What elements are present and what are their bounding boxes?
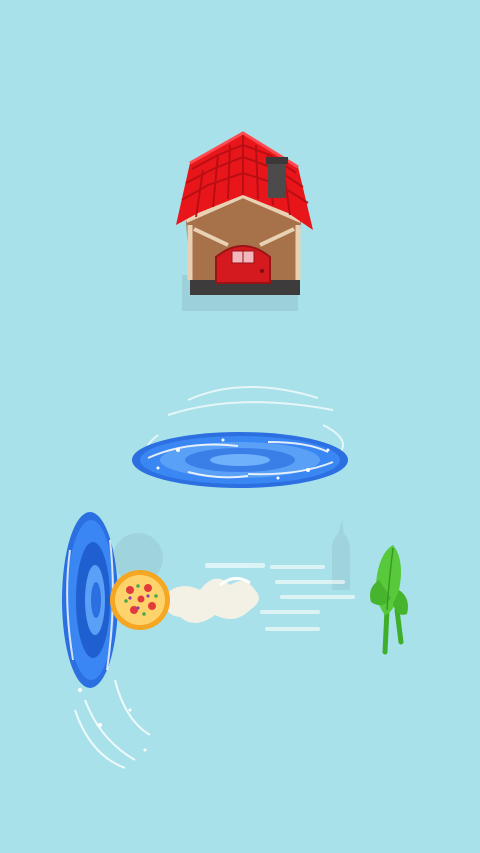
portal-vertical-icon[interactable] (55, 510, 170, 770)
portal-flat-icon[interactable] (128, 380, 358, 495)
leaf-creature-icon[interactable] (365, 540, 415, 655)
house-icon[interactable] (168, 125, 318, 315)
game-scene (0, 0, 480, 853)
splash-trail (164, 563, 355, 631)
pizza-icon[interactable] (108, 568, 172, 632)
